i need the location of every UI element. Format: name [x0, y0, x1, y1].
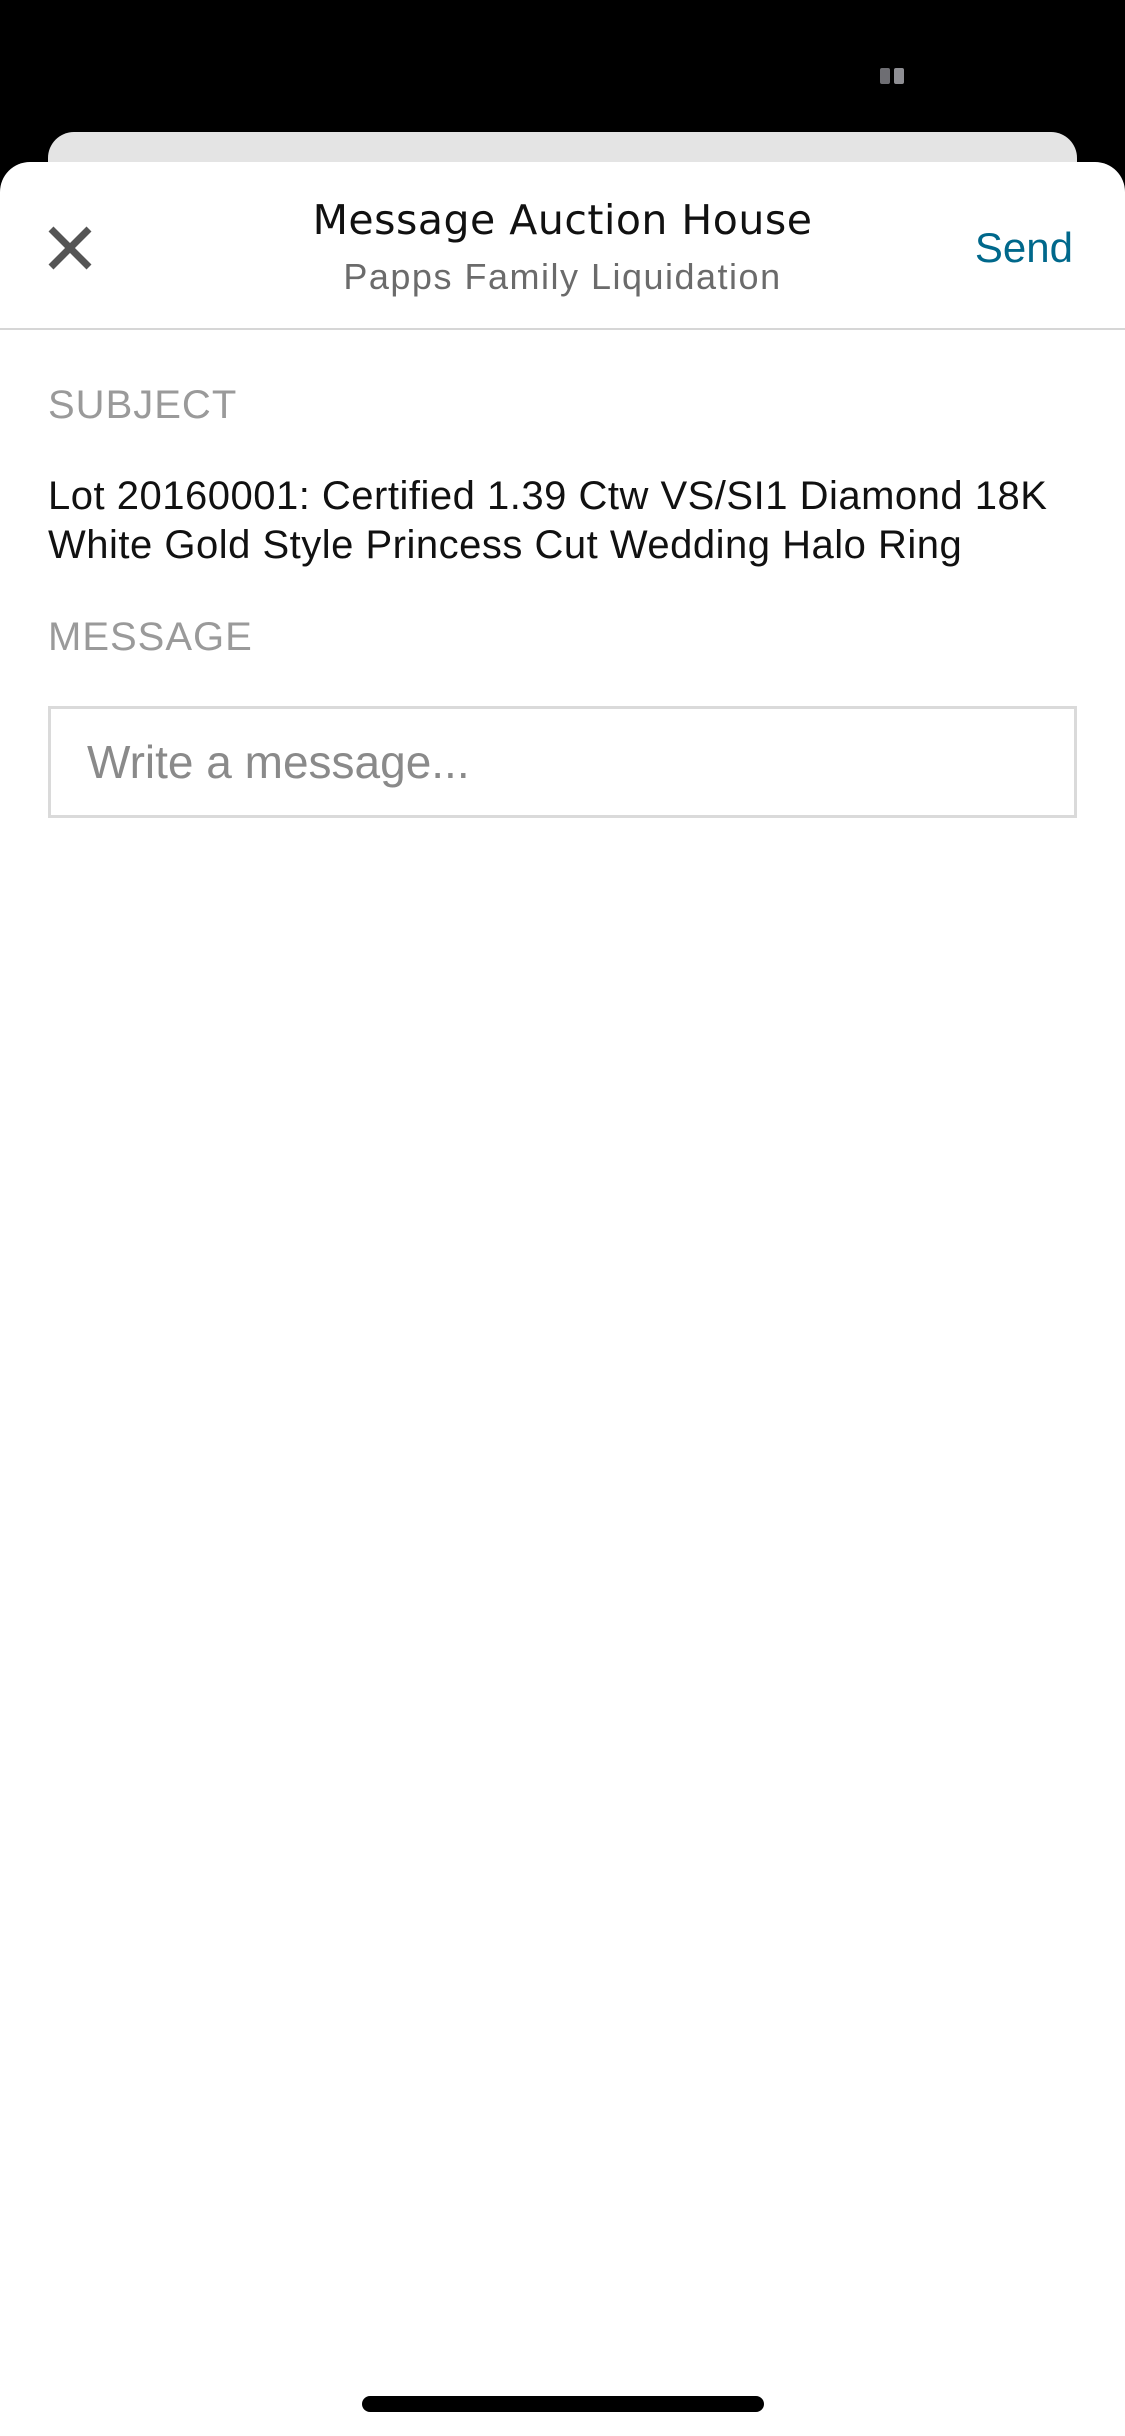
nav-header: Message Auction House Papps Family Liqui…: [0, 162, 1125, 330]
close-icon: [48, 226, 92, 270]
message-label: MESSAGE: [48, 615, 253, 659]
page-subtitle: Papps Family Liquidation: [343, 256, 782, 297]
compose-message-sheet: Message Auction House Papps Family Liqui…: [0, 162, 1125, 2436]
message-form: SUBJECT Lot 20160001: Certified 1.39 Ctw…: [0, 380, 1125, 818]
subject-label: SUBJECT: [48, 383, 238, 427]
subject-text: Lot 20160001: Certified 1.39 Ctw VS/SI1 …: [48, 474, 1048, 567]
home-indicator: [362, 2396, 764, 2412]
header-titles: Message Auction House Papps Family Liqui…: [200, 192, 925, 302]
status-indicator-icon: [880, 68, 906, 84]
close-button[interactable]: [34, 212, 106, 284]
send-button[interactable]: Send: [975, 218, 1073, 278]
message-input[interactable]: [48, 706, 1077, 818]
page-title: Message Auction House: [312, 196, 813, 244]
status-bar: [0, 0, 1125, 150]
